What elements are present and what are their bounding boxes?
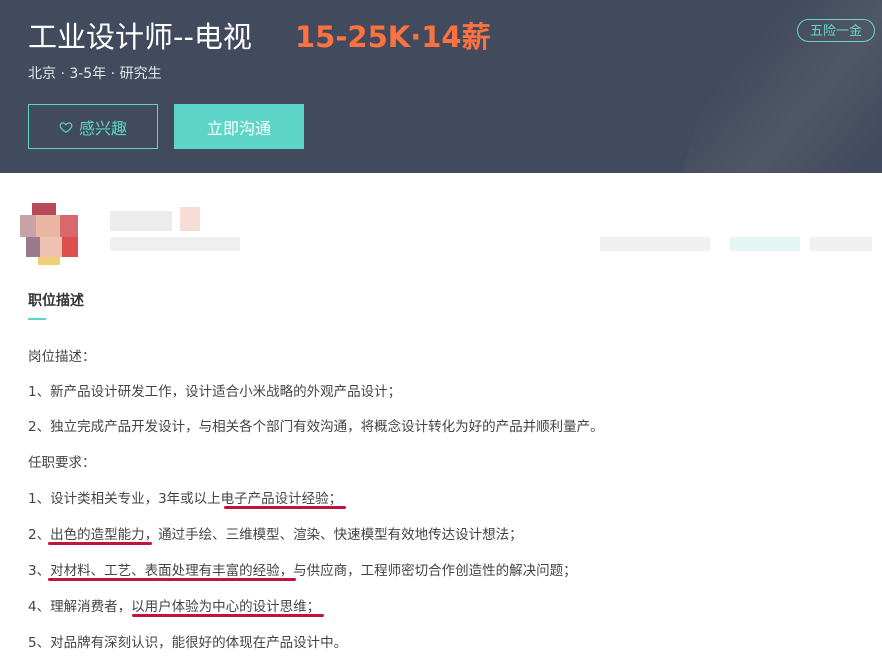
section-title-underline bbox=[28, 318, 46, 320]
job-title: 工业设计师--电视 bbox=[28, 20, 252, 54]
company-extra-blur bbox=[810, 237, 872, 251]
desc-line: 3、对材料、工艺、表面处理有丰富的经验，与供应商，工程师密切合作创造性的解决问题… bbox=[28, 563, 577, 579]
desc-line: 1、设计类相关专业，3年或以上电子产品设计经验； bbox=[28, 491, 343, 507]
recruiter-info-blurred bbox=[0, 173, 882, 273]
benefit-badge: 五险一金 bbox=[797, 19, 875, 42]
chat-button[interactable]: 立即沟通 bbox=[174, 104, 304, 149]
interest-button-label: 感兴趣 bbox=[78, 118, 127, 138]
job-header: 工业设计师--电视 15-25K·14薪 北京 · 3-5年 · 研究生 五险一… bbox=[0, 0, 882, 173]
company-info-blur bbox=[600, 237, 710, 251]
desc-line: 5、对品牌有深刻认识，能很好的体现在产品设计中。 bbox=[28, 635, 348, 651]
company-status-blur bbox=[730, 237, 800, 251]
recruiter-title-blur bbox=[110, 237, 240, 251]
recruiter-name-blur bbox=[110, 211, 172, 231]
desc-line: 1、新产品设计研发工作，设计适合小米战略的外观产品设计； bbox=[28, 384, 402, 400]
salary: 15-25K·14薪 bbox=[295, 20, 491, 54]
desc-line: 岗位描述： bbox=[28, 349, 96, 365]
desc-line: 4、理解消费者，以用户体验为中心的设计思维； bbox=[28, 599, 321, 615]
annotation-underline bbox=[224, 506, 346, 509]
annotation-underline bbox=[132, 614, 324, 617]
job-meta: 北京 · 3-5年 · 研究生 bbox=[28, 66, 162, 82]
interest-button[interactable]: 感兴趣 bbox=[28, 104, 158, 149]
heart-icon bbox=[59, 121, 73, 133]
desc-line: 2、独立完成产品开发设计，与相关各个部门有效沟通，将概念设计转化为好的产品并顺利… bbox=[28, 419, 604, 435]
avatar[interactable] bbox=[20, 201, 80, 265]
annotation-underline bbox=[48, 578, 296, 581]
desc-line: 2、出色的造型能力，通过手绘、三维模型、渲染、快速模型有效地传达设计想法； bbox=[28, 527, 523, 543]
recruiter-tag-blur bbox=[180, 207, 200, 231]
section-title: 职位描述 bbox=[28, 293, 84, 309]
annotation-underline bbox=[48, 542, 152, 545]
desc-line: 任职要求： bbox=[28, 455, 96, 471]
